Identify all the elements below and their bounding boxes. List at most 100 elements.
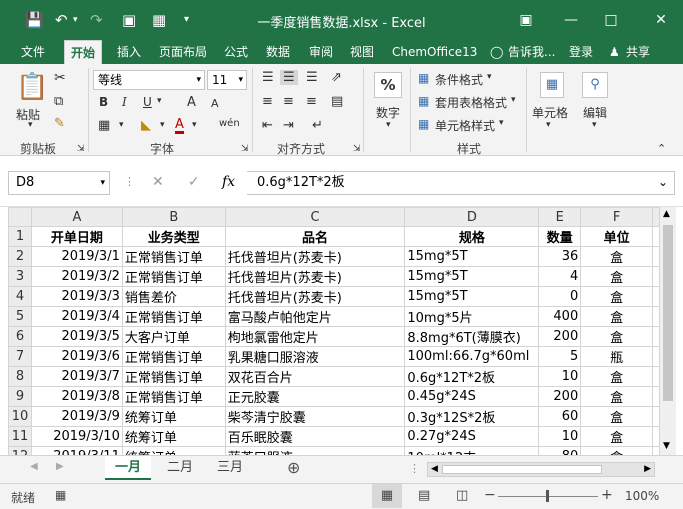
increase-indent-icon[interactable]: ⇥ bbox=[283, 118, 294, 133]
cell[interactable]: 大客户订单 bbox=[121, 326, 226, 347]
cell[interactable] bbox=[651, 346, 660, 367]
zoom-slider-thumb[interactable] bbox=[546, 490, 549, 502]
conditional-format-button[interactable]: 条件格式 bbox=[435, 71, 483, 88]
hscroll-right-icon[interactable]: ▶ bbox=[644, 463, 651, 476]
cell[interactable] bbox=[651, 326, 660, 347]
cell[interactable]: 统筹订单 bbox=[121, 426, 226, 447]
font-name-select[interactable]: 等线 ▾ bbox=[93, 70, 205, 90]
cell-styles-button[interactable]: 单元格样式 bbox=[435, 117, 495, 134]
expand-formula-icon[interactable]: ⌄ bbox=[658, 175, 668, 189]
orientation-icon[interactable]: ⇗ bbox=[331, 70, 342, 85]
formula-input[interactable]: 0.6g*12T*2板 bbox=[247, 171, 675, 195]
cell[interactable]: 盒 bbox=[580, 286, 653, 307]
cell[interactable]: 盒 bbox=[580, 446, 653, 455]
cell[interactable]: 2019/3/1 bbox=[30, 246, 123, 267]
cell[interactable]: 单位 bbox=[580, 226, 653, 247]
paste-dropdown-icon[interactable]: ▾ bbox=[28, 120, 33, 130]
fill-color-icon[interactable]: ◣ bbox=[141, 118, 151, 133]
copy-icon[interactable]: ⧉ bbox=[54, 94, 63, 109]
align-left-icon[interactable]: ≡ bbox=[262, 94, 273, 109]
row-header[interactable]: 12 bbox=[8, 446, 32, 455]
font-launcher-icon[interactable]: ⇲ bbox=[241, 144, 249, 154]
cell[interactable] bbox=[651, 246, 660, 267]
merge-center-icon[interactable]: ▤ bbox=[331, 94, 343, 109]
tab-formulas[interactable]: 公式 bbox=[224, 40, 248, 64]
cell[interactable]: 销售差价 bbox=[121, 286, 226, 307]
cell[interactable]: 15mg*5T bbox=[404, 286, 540, 307]
shrink-font-button[interactable]: A bbox=[211, 97, 219, 110]
paste-icon[interactable]: 📋 bbox=[16, 72, 48, 102]
cell[interactable]: 2019/3/2 bbox=[30, 266, 123, 287]
number-format-button[interactable]: % bbox=[374, 72, 402, 98]
macro-record-icon[interactable]: ▦ bbox=[55, 488, 66, 502]
row-header[interactable]: 1 bbox=[8, 226, 32, 247]
cell[interactable]: 托伐普坦片(苏麦卡) bbox=[224, 266, 406, 287]
fill-color-dropdown-icon[interactable]: ▾ bbox=[160, 120, 165, 130]
row-header[interactable]: 8 bbox=[8, 366, 32, 387]
cell[interactable]: 柴芩清宁胶囊 bbox=[224, 406, 406, 427]
cells-button[interactable]: 单元格 bbox=[532, 104, 568, 121]
column-header[interactable]: B bbox=[121, 207, 226, 227]
cell[interactable]: 托伐普坦片(苏麦卡) bbox=[224, 246, 406, 267]
scroll-down-icon[interactable]: ▼ bbox=[663, 441, 670, 451]
maximize-button[interactable]: □ bbox=[596, 8, 626, 32]
cell[interactable]: 10 bbox=[538, 426, 582, 447]
row-header[interactable]: 3 bbox=[8, 266, 32, 287]
cell[interactable]: 盒 bbox=[580, 306, 653, 327]
column-header[interactable]: E bbox=[538, 207, 582, 227]
sign-in-link[interactable]: 登录 bbox=[569, 40, 593, 64]
cell[interactable] bbox=[651, 306, 660, 327]
row-header[interactable]: 4 bbox=[8, 286, 32, 307]
search-icon[interactable]: ⚲ bbox=[582, 72, 608, 98]
name-box[interactable]: D8 ▾ bbox=[8, 171, 110, 195]
cell[interactable]: 规格 bbox=[404, 226, 540, 247]
collapse-ribbon-icon[interactable]: ⌃ bbox=[657, 142, 666, 155]
cell[interactable] bbox=[651, 386, 660, 407]
tab-data[interactable]: 数据 bbox=[266, 40, 290, 64]
underline-dropdown-icon[interactable]: ▾ bbox=[157, 96, 162, 106]
number-dropdown-icon[interactable]: ▾ bbox=[386, 120, 391, 130]
cell[interactable]: 业务类型 bbox=[121, 226, 226, 247]
column-header[interactable] bbox=[651, 207, 660, 227]
cell[interactable]: 0.6g*12T*2板 bbox=[404, 366, 540, 387]
row-header[interactable]: 7 bbox=[8, 346, 32, 367]
normal-view-icon[interactable]: ▦ bbox=[372, 484, 402, 508]
row-header[interactable]: 6 bbox=[8, 326, 32, 347]
insert-function-button[interactable]: fx bbox=[222, 174, 235, 190]
cell[interactable]: 枸地氯雷他定片 bbox=[224, 326, 406, 347]
align-bottom-icon[interactable]: ☰ bbox=[306, 70, 318, 85]
cell[interactable]: 2019/3/3 bbox=[30, 286, 123, 307]
cell[interactable]: 10ml*12支 bbox=[404, 446, 540, 455]
cell[interactable]: 2019/3/8 bbox=[30, 386, 123, 407]
cell[interactable]: 2019/3/9 bbox=[30, 406, 123, 427]
format-as-table-dropdown-icon[interactable]: ▾ bbox=[511, 95, 516, 105]
cell[interactable]: 2019/3/6 bbox=[30, 346, 123, 367]
alignment-launcher-icon[interactable]: ⇲ bbox=[353, 144, 361, 154]
cell[interactable]: 统筹订单 bbox=[121, 406, 226, 427]
cell[interactable]: 正常销售订单 bbox=[121, 306, 226, 327]
cell[interactable]: 乳果糖口服溶液 bbox=[224, 346, 406, 367]
cells-icon[interactable]: ▦ bbox=[540, 72, 564, 98]
cell[interactable]: 0.45g*24S bbox=[404, 386, 540, 407]
editing-dropdown-icon[interactable]: ▾ bbox=[592, 120, 597, 130]
cell[interactable]: 60 bbox=[538, 406, 582, 427]
scroll-thumb[interactable] bbox=[663, 225, 673, 401]
tab-view[interactable]: 视图 bbox=[350, 40, 374, 64]
page-layout-view-icon[interactable]: ▤ bbox=[418, 488, 430, 503]
cell[interactable]: 统筹订单 bbox=[121, 446, 226, 455]
cell[interactable]: 80 bbox=[538, 446, 582, 455]
cell[interactable] bbox=[651, 226, 660, 247]
sheet-tab-feb[interactable]: 二月 bbox=[157, 456, 203, 480]
cell[interactable]: 正常销售订单 bbox=[121, 266, 226, 287]
cell[interactable]: 托伐普坦片(苏麦卡) bbox=[224, 286, 406, 307]
align-middle-icon[interactable]: ☰ bbox=[280, 70, 298, 85]
cell[interactable]: 盒 bbox=[580, 386, 653, 407]
phonetic-button[interactable]: wén bbox=[219, 118, 240, 129]
hscroll-left-icon[interactable]: ◀ bbox=[431, 463, 438, 476]
cell[interactable]: 百乐眠胶囊 bbox=[224, 426, 406, 447]
cell[interactable]: 瓶 bbox=[580, 346, 653, 367]
cell[interactable]: 2019/3/11 bbox=[30, 446, 123, 455]
clipboard-launcher-icon[interactable]: ⇲ bbox=[77, 144, 85, 154]
cell[interactable]: 2019/3/5 bbox=[30, 326, 123, 347]
cell[interactable]: 0 bbox=[538, 286, 582, 307]
